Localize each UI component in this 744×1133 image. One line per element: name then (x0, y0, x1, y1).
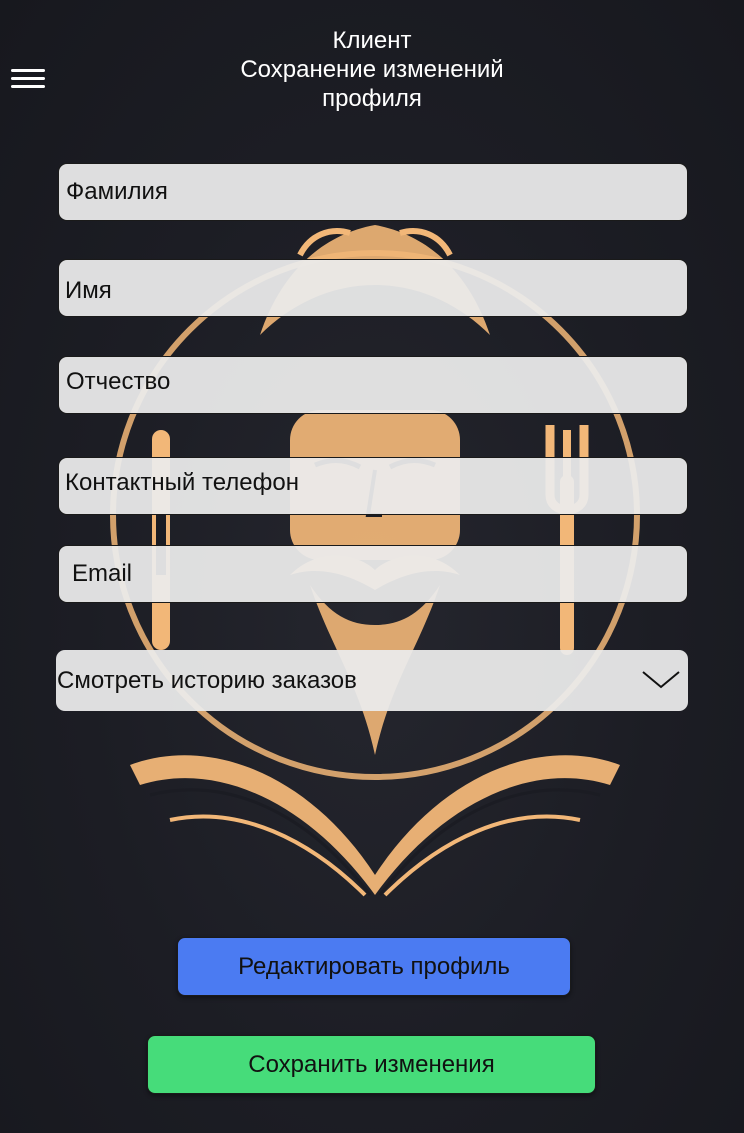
patronymic-placeholder: Отчество (66, 368, 171, 395)
last-name-placeholder: Фамилия (66, 178, 168, 205)
first-name-field[interactable]: Имя (58, 259, 688, 317)
profile-screen: Клиент Сохранение изменений профиля Фами… (0, 0, 744, 1133)
edit-profile-label: Редактировать профиль (238, 952, 510, 980)
email-placeholder: Email (72, 560, 133, 587)
page-title-role: Клиент (332, 27, 412, 54)
last-name-field[interactable]: Фамилия (58, 163, 688, 221)
page-title-action-cont: профиля (322, 85, 422, 112)
patronymic-field[interactable]: Отчество (58, 356, 688, 414)
chevron-down-icon[interactable] (642, 670, 680, 690)
page-title: Клиент Сохранение изменений профиля (0, 26, 744, 113)
page-title-action: Сохранение изменений (240, 56, 504, 83)
save-changes-label: Сохранить изменения (248, 1050, 495, 1078)
order-history-dropdown[interactable]: Смотреть историю заказов (56, 650, 688, 711)
phone-field[interactable]: Контактный телефон (58, 457, 688, 515)
email-field[interactable]: Email (58, 545, 688, 603)
first-name-placeholder: Имя (65, 277, 112, 304)
phone-placeholder: Контактный телефон (65, 469, 299, 496)
order-history-label: Смотреть историю заказов (57, 666, 357, 694)
save-changes-button[interactable]: Сохранить изменения (147, 1035, 596, 1094)
edit-profile-button[interactable]: Редактировать профиль (177, 937, 571, 996)
